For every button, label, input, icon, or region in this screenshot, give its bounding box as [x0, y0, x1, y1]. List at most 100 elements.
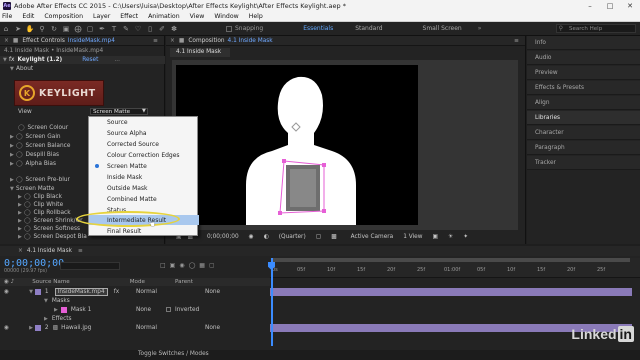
toggle-switches-modes-button[interactable]: Toggle Switches / Modes — [138, 351, 209, 357]
panel-align[interactable]: Align — [527, 96, 640, 110]
hand-tool-icon[interactable]: ✋ — [24, 24, 36, 34]
stopwatch-icon[interactable]: ◯ — [16, 152, 23, 158]
stopwatch-icon[interactable]: ◯ — [16, 134, 23, 140]
layer-name[interactable]: Hawaii.jpg — [61, 325, 91, 331]
panel-menu-icon[interactable]: ≡ — [153, 38, 158, 44]
dropdown-option-selected[interactable]: Screen Matte — [89, 161, 199, 171]
work-area-bar[interactable] — [272, 258, 630, 262]
stopwatch-icon[interactable]: ◯ — [16, 177, 23, 183]
mask-name[interactable]: Mask 1 — [71, 307, 91, 313]
timeline-tab[interactable]: × 4.1 Inside Mask ≡ — [0, 246, 640, 256]
zoom-tool-icon[interactable]: ⚲ — [36, 24, 48, 34]
snapshot-icon[interactable]: ◉ — [249, 234, 254, 240]
layer-mode[interactable]: Normal — [136, 325, 157, 331]
layer-row[interactable]: ▶ Effects — [0, 314, 270, 323]
camera-select[interactable]: Active Camera — [351, 234, 394, 240]
workspace-menu-icon[interactable]: » — [478, 25, 482, 32]
type-tool-icon[interactable]: T — [108, 24, 120, 34]
menu-layer[interactable]: Layer — [93, 13, 110, 20]
dropdown-option[interactable]: Source — [89, 117, 199, 127]
keylight-effect-row[interactable]: ▼ fx Keylight (1.2) Reset ... — [0, 56, 165, 64]
dropdown-option[interactable]: Colour Correction Edges — [89, 150, 199, 160]
composition-link[interactable]: 4.1 Inside Mask — [228, 38, 273, 44]
eraser-tool-icon[interactable]: ▯ — [144, 24, 156, 34]
timeline-search-field[interactable] — [60, 262, 120, 270]
stopwatch-icon[interactable]: ◯ — [24, 194, 31, 200]
roto-brush-icon[interactable]: ✐ — [156, 24, 168, 34]
fx-badge-icon[interactable]: fx — [9, 57, 14, 63]
workspace-standard[interactable]: Standard — [355, 25, 382, 32]
pen-tool-icon[interactable]: ✒ — [96, 24, 108, 34]
stopwatch-icon[interactable]: ◯ — [24, 202, 31, 208]
menu-effect[interactable]: Effect — [120, 13, 138, 20]
roi-icon[interactable]: ▢ — [316, 234, 321, 240]
mask-mode[interactable]: None — [136, 307, 151, 313]
expand-triangle-icon[interactable]: ▼ — [44, 298, 48, 304]
home-icon[interactable]: ⌂ — [0, 24, 12, 34]
menu-file[interactable]: File — [2, 13, 12, 20]
close-tab-icon[interactable]: × — [170, 38, 175, 44]
expand-triangle-icon[interactable]: ▼ — [29, 289, 33, 295]
menu-composition[interactable]: Composition — [44, 13, 83, 20]
timeline-timecode[interactable]: 0;00;00;00 — [4, 258, 64, 269]
panel-audio[interactable]: Audio — [527, 51, 640, 65]
views-select[interactable]: 1 View — [403, 234, 422, 240]
menu-edit[interactable]: Edit — [22, 13, 34, 20]
workspace-essentials[interactable]: Essentials — [303, 25, 333, 32]
menu-animation[interactable]: Animation — [148, 13, 180, 20]
stopwatch-icon[interactable]: ◯ — [24, 218, 31, 224]
snapping-checkbox[interactable] — [226, 25, 232, 32]
dropdown-option[interactable]: Source Alpha — [89, 128, 199, 138]
close-tab-icon[interactable]: × — [4, 38, 9, 44]
lock-icon[interactable]: ■ — [13, 38, 18, 44]
toggle-pixel-icon[interactable]: ▣ — [433, 234, 438, 240]
menu-help[interactable]: Help — [249, 13, 263, 20]
menu-view[interactable]: View — [190, 13, 205, 20]
layer-parent[interactable]: None — [205, 289, 220, 295]
layer-name[interactable]: InsideMask.mp4 — [54, 287, 108, 296]
puppet-tool-icon[interactable]: ✽ — [168, 24, 180, 34]
rotate-tool-icon[interactable]: ↻ — [48, 24, 60, 34]
stopwatch-icon[interactable]: ◯ — [24, 210, 31, 216]
layer-row[interactable]: ▼ Masks — [0, 296, 270, 305]
viewer-timecode[interactable]: 0;00;00;00 — [207, 234, 239, 240]
stopwatch-icon[interactable]: ◯ — [24, 226, 31, 232]
effect-controls-layer-link[interactable]: InsideMask.mp4 — [68, 38, 115, 44]
composition-panel-header[interactable]: × ■ Composition 4.1 Inside Mask ≡ — [166, 36, 525, 46]
transparency-grid-icon[interactable]: ▩ — [331, 234, 336, 240]
stopwatch-icon[interactable]: ◯ — [16, 143, 23, 149]
layer-row[interactable]: ▶ Mask 1 None Inverted — [0, 305, 270, 314]
exposure-icon[interactable]: ☀ — [448, 234, 453, 240]
composition-viewer-tab[interactable]: 4.1 Inside Mask — [170, 48, 230, 57]
panel-paragraph[interactable]: Paragraph — [527, 141, 640, 155]
resolution-select[interactable]: (Quarter) — [279, 234, 306, 240]
panel-character[interactable]: Character — [527, 126, 640, 140]
visibility-icon[interactable]: ◉ — [4, 289, 9, 295]
panel-libraries[interactable]: Libraries — [527, 111, 640, 125]
layer-parent[interactable]: None — [205, 325, 220, 331]
lock-icon[interactable]: ■ — [179, 38, 184, 44]
camera-tool-icon[interactable]: ▣ — [60, 24, 72, 34]
panel-menu-icon[interactable]: ≡ — [514, 38, 519, 44]
layer-fx-icon[interactable]: fx — [114, 289, 119, 295]
expand-triangle-icon[interactable]: ▶ — [54, 307, 58, 313]
dropdown-option[interactable]: Inside Mask — [89, 172, 199, 182]
reset-button[interactable]: Reset — [82, 57, 98, 63]
stopwatch-icon[interactable]: ◯ — [16, 161, 23, 167]
dropdown-option[interactable]: Combined Matte — [89, 194, 199, 204]
layer-row[interactable]: ◉ ▼ 1 InsideMask.mp4 fx Normal None — [0, 287, 270, 296]
selection-tool-icon[interactable]: ➤ — [12, 24, 24, 34]
close-icon[interactable]: ✕ — [620, 0, 640, 12]
panel-preview[interactable]: Preview — [527, 66, 640, 80]
workspace-small-screen[interactable]: Small Screen — [423, 25, 462, 32]
layer-mode[interactable]: Normal — [136, 289, 157, 295]
brush-tool-icon[interactable]: ✎ — [120, 24, 132, 34]
composition-frame[interactable] — [176, 65, 418, 226]
dropdown-option[interactable]: Final Result — [89, 226, 199, 236]
layer-duration-bar[interactable] — [270, 288, 632, 296]
current-time-indicator[interactable] — [271, 258, 273, 346]
close-tab-icon[interactable]: × — [18, 248, 23, 254]
mask-tool-icon[interactable]: ▢ — [84, 24, 96, 34]
color-channel-icon[interactable]: ◐ — [264, 234, 269, 240]
clone-tool-icon[interactable]: ♡ — [132, 24, 144, 34]
